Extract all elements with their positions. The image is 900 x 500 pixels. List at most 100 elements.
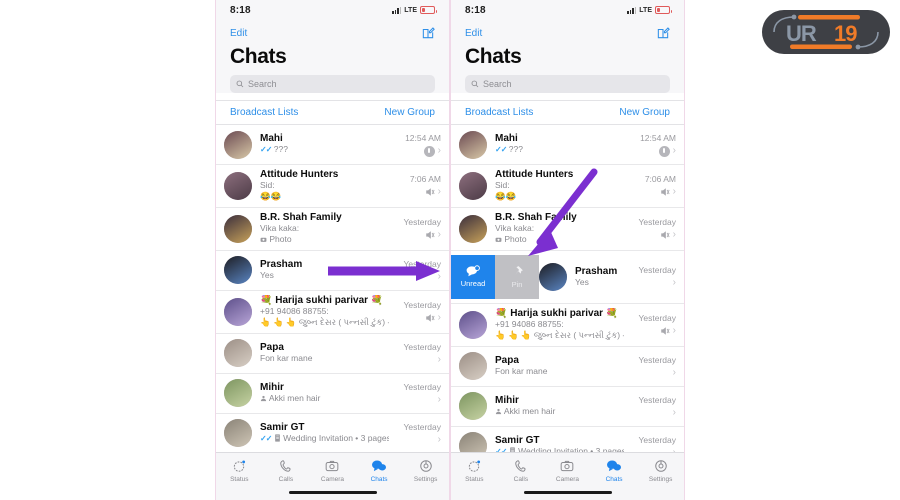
- chat-list-item[interactable]: B.R. Shah Family Vika kaka: Photo Yesterda…: [216, 207, 449, 251]
- tab-camera[interactable]: Camera: [309, 459, 356, 483]
- chat-list-item[interactable]: Mihir Akki men hair Yesterday ›: [216, 373, 449, 414]
- chevron-right-icon: ›: [437, 145, 441, 156]
- swipe-unread-button[interactable]: Unread: [451, 254, 495, 299]
- chat-preview: Yes: [575, 276, 589, 287]
- person-icon: [495, 408, 502, 415]
- broadcast-lists-link[interactable]: Broadcast Lists: [465, 107, 533, 118]
- tab-chats-label: Chats: [370, 476, 388, 483]
- chat-timestamp: Yesterday: [638, 313, 677, 324]
- camera-icon: [326, 460, 339, 472]
- chat-list-item[interactable]: Papa Fon kar mane Yesterday ›: [451, 346, 684, 387]
- tab-calls[interactable]: Calls: [263, 459, 310, 483]
- chat-text-block: 💐 Harija sukhi parivar 💐 +91 94086 88755:…: [495, 308, 624, 342]
- tab-chats[interactable]: Chats: [356, 459, 403, 483]
- avatar: [459, 392, 487, 421]
- chat-text-block: Samir GT✓✓ Wedding Invitation • 3 pages: [260, 422, 389, 445]
- chat-list-item[interactable]: Mahi ✓✓ ??? 12:54 AM ›: [216, 125, 449, 165]
- network-label: LTE: [404, 6, 417, 14]
- tab-settings[interactable]: Settings: [402, 459, 449, 483]
- chat-list-item[interactable]: Mahi ✓✓ ??? 12:54 AM ›: [451, 125, 684, 165]
- chat-sender: Vika kaka:: [260, 222, 300, 233]
- unread-bubble-icon: [466, 265, 480, 277]
- chat-list-item[interactable]: Attitude Hunters Sid: 😂😂 7:06 AM ›: [451, 165, 684, 208]
- new-group-link[interactable]: New Group: [619, 107, 670, 118]
- compose-icon[interactable]: [656, 26, 670, 40]
- mute-speaker-icon: [425, 188, 435, 197]
- chat-name: Samir GT: [260, 421, 305, 433]
- chat-list-item[interactable]: B.R. Shah Family Vika kaka: Photo Yesterda…: [451, 207, 684, 251]
- tab-settings[interactable]: Settings: [637, 459, 684, 483]
- tab-status[interactable]: Status: [451, 459, 498, 483]
- avatar: [539, 262, 567, 291]
- chat-list-item[interactable]: Unread Pin Prasham Yes Yesterday ›: [451, 250, 684, 304]
- chat-text-block: B.R. Shah Family Vika kaka: Photo: [495, 212, 624, 246]
- tab-settings-label: Settings: [413, 476, 438, 483]
- chat-name: Prasham: [260, 259, 303, 271]
- page-title: Chats: [230, 45, 287, 68]
- chat-text-block: B.R. Shah Family Vika kaka: Photo: [260, 212, 389, 246]
- chat-name: Attitude Hunters: [495, 169, 574, 180]
- chat-timestamp: Yesterday: [403, 217, 442, 228]
- camera-icon: [495, 238, 502, 243]
- read-receipt-icon: ✓✓: [260, 433, 272, 443]
- chat-name: B.R. Shah Family: [495, 211, 577, 223]
- chat-meta: 12:54 AM ›: [624, 133, 676, 157]
- chat-timestamp: 7:06 AM: [409, 174, 441, 185]
- chat-meta-icons: ›: [438, 354, 441, 365]
- tab-calls[interactable]: Calls: [498, 459, 545, 483]
- chat-text-block: Mihir Akki men hair: [495, 395, 624, 417]
- nav-header: Edit Chats Search: [451, 20, 684, 93]
- tab-status-label: Status: [465, 476, 484, 483]
- avatar: [224, 419, 252, 448]
- tab-camera-label: Camera: [555, 476, 580, 483]
- chat-timestamp: Yesterday: [403, 421, 442, 432]
- chat-list-item[interactable]: Papa Fon kar mane Yesterday ›: [216, 333, 449, 374]
- status-bar: 8:18 LTE: [216, 0, 449, 20]
- chat-list-right: Mahi ✓✓ ??? 12:54 AM › Attitude Hunters Sid: 😂…: [451, 125, 684, 467]
- chat-preview: Photo: [495, 234, 624, 245]
- status-indicators: LTE: [392, 6, 437, 14]
- chat-list-item[interactable]: 💐 Harija sukhi parivar 💐 +91 94086 88755:…: [216, 290, 449, 334]
- chat-timestamp: 12:54 AM: [640, 132, 676, 143]
- avatar: [459, 130, 487, 159]
- tab-settings-label: Settings: [648, 476, 673, 483]
- signal-bars-icon: [392, 6, 402, 14]
- edit-button[interactable]: Edit: [465, 28, 482, 39]
- avatar: [224, 297, 252, 326]
- edit-button[interactable]: Edit: [230, 28, 247, 39]
- swipe-pin-button[interactable]: Pin: [495, 254, 539, 299]
- chat-timestamp: Yesterday: [638, 217, 677, 228]
- chat-list-item[interactable]: Attitude Hunters Sid: 😂😂 7:06 AM ›: [216, 165, 449, 208]
- chat-list-item[interactable]: Samir GT✓✓ Wedding Invitation • 3 pages Y…: [216, 413, 449, 454]
- broadcast-lists-link[interactable]: Broadcast Lists: [230, 107, 298, 118]
- tab-status[interactable]: Status: [216, 459, 263, 483]
- chat-timestamp: Yesterday: [638, 434, 677, 445]
- compose-icon[interactable]: [421, 26, 435, 40]
- avatar: [224, 214, 252, 243]
- chat-meta-icons: ›: [438, 434, 441, 445]
- tab-camera[interactable]: Camera: [544, 459, 591, 483]
- status-time: 8:18: [230, 4, 251, 16]
- chat-name: Prasham: [575, 265, 618, 277]
- search-input[interactable]: Search: [230, 75, 435, 93]
- chat-meta: Yesterday›: [624, 313, 677, 337]
- chat-meta-icons: ›: [673, 407, 676, 418]
- chat-list-item[interactable]: 💐 Harija sukhi parivar 💐 +91 94086 88755:…: [451, 303, 684, 347]
- chat-preview: 😂😂: [495, 191, 517, 202]
- phone-icon: [515, 460, 526, 472]
- chat-list-item[interactable]: Prasham Yes Yesterday ›: [216, 250, 449, 291]
- avatar: [224, 339, 252, 368]
- tab-chats[interactable]: Chats: [591, 459, 638, 483]
- read-receipt-icon: ✓✓: [260, 145, 272, 155]
- chat-meta-icons: ›: [425, 230, 441, 240]
- chat-meta-icons: ›: [660, 187, 676, 197]
- nav-top-row: Edit: [465, 22, 670, 44]
- chat-preview: 👆 👆 👆 જુબ્ન દેસર ( પન્નસી ટુંક) -ની...: [260, 317, 389, 328]
- avatar: [459, 310, 487, 339]
- search-input[interactable]: Search: [465, 75, 670, 93]
- chat-meta: Yesterday›: [389, 259, 442, 282]
- chevron-right-icon: ›: [672, 325, 676, 337]
- new-group-link[interactable]: New Group: [384, 107, 435, 118]
- chat-list-item[interactable]: Mihir Akki men hair Yesterday ›: [451, 386, 684, 427]
- chat-meta: Yesterday›: [624, 355, 677, 378]
